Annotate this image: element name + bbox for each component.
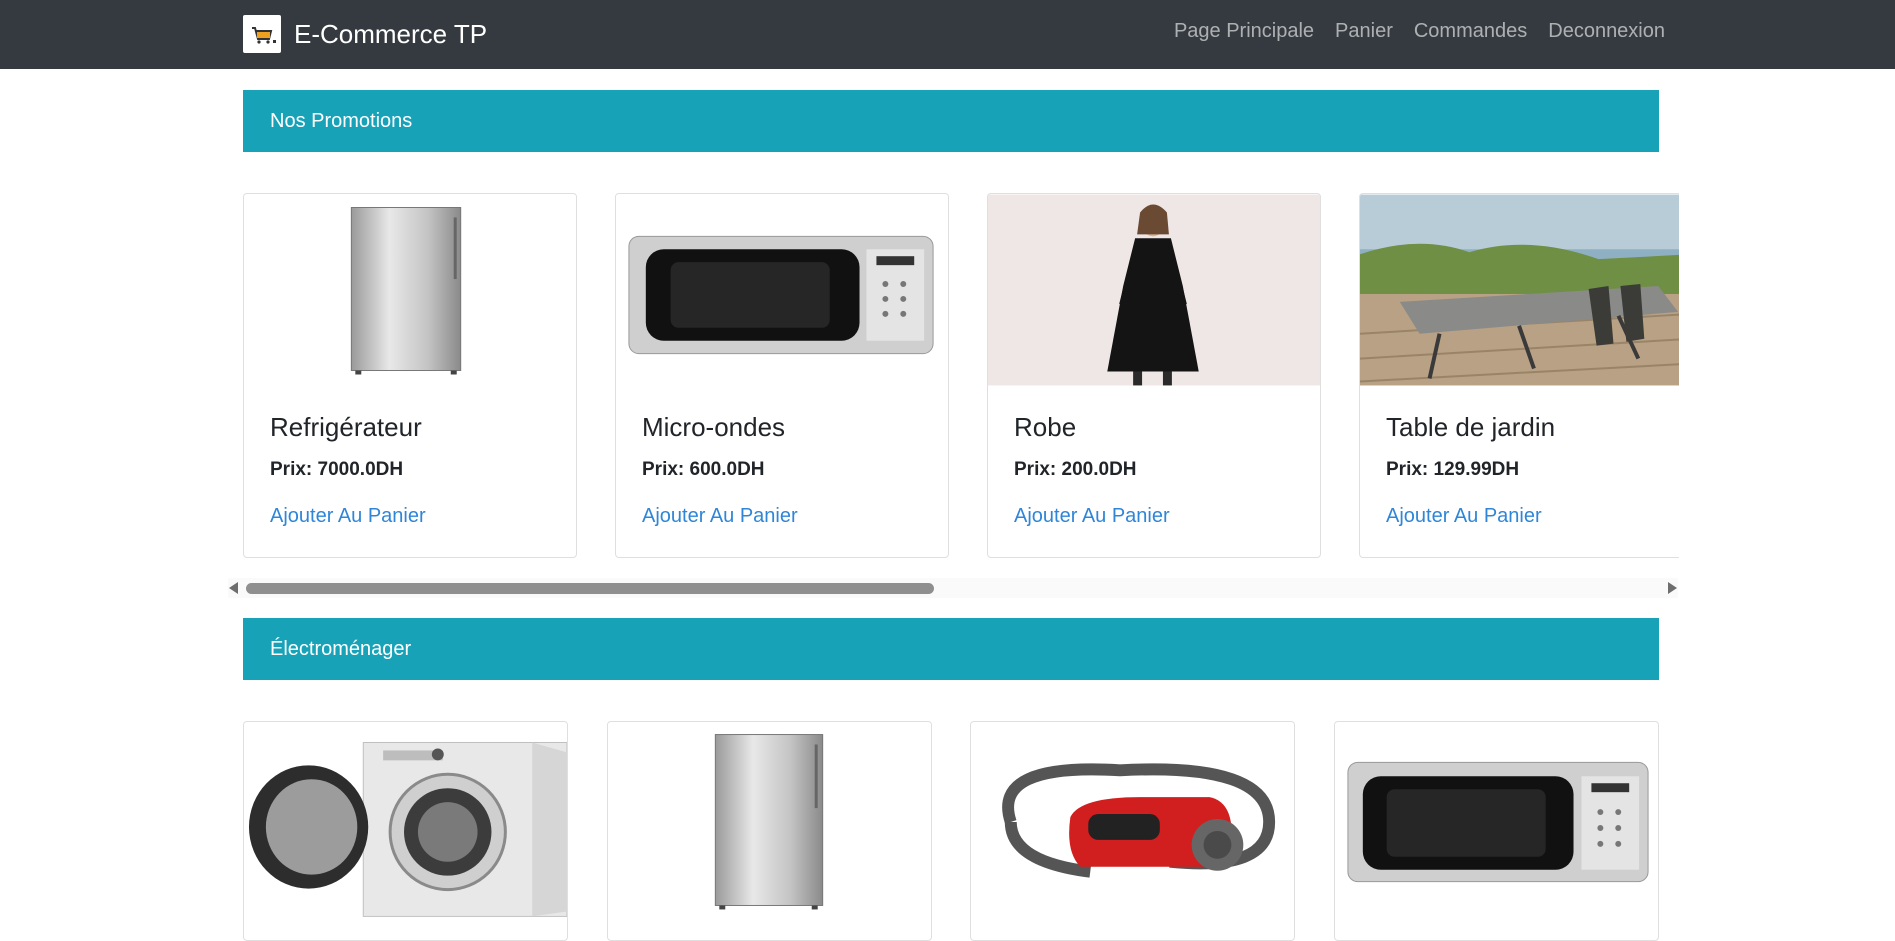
dress-image bbox=[988, 194, 1320, 386]
garden-table-image bbox=[1360, 194, 1679, 386]
product-price: Prix: 600.0DH bbox=[642, 459, 765, 480]
shopping-cart-icon bbox=[243, 15, 281, 53]
nav-link-logout[interactable]: Deconnexion bbox=[1548, 20, 1665, 43]
nav-link-cart[interactable]: Panier bbox=[1335, 20, 1393, 43]
product-name: Refrigérateur bbox=[270, 412, 422, 442]
washing-machine-image bbox=[244, 722, 567, 921]
product-card bbox=[607, 721, 932, 941]
nav-link-orders[interactable]: Commandes bbox=[1414, 20, 1527, 43]
brand-title: E-Commerce TP bbox=[294, 18, 488, 49]
microwave-image bbox=[616, 194, 948, 386]
navbar: E-Commerce TP Page Principale Panier Com… bbox=[0, 0, 1895, 69]
product-card: Refrigérateur Prix: 7000.0DH Ajouter Au … bbox=[243, 193, 577, 558]
product-name: Table de jardin bbox=[1386, 412, 1556, 442]
product-card: Micro-ondes Prix: 600.0DH Ajouter Au Pan… bbox=[615, 193, 949, 558]
product-card bbox=[243, 721, 568, 941]
brand[interactable]: E-Commerce TP bbox=[243, 15, 487, 53]
add-to-cart-link[interactable]: Ajouter Au Panier bbox=[270, 505, 426, 528]
product-name: Robe bbox=[1014, 412, 1077, 442]
product-price: Prix: 7000.0DH bbox=[270, 459, 404, 480]
add-to-cart-link[interactable]: Ajouter Au Panier bbox=[1386, 505, 1542, 528]
product-card: Robe Prix: 200.0DH Ajouter Au Panier bbox=[987, 193, 1321, 558]
promotions-header: Nos Promotions bbox=[243, 90, 1659, 152]
product-name: Micro-ondes bbox=[642, 412, 786, 442]
appliances-header: Électroménager bbox=[243, 618, 1659, 680]
product-price: Prix: 129.99DH bbox=[1386, 459, 1520, 480]
nav-links: Page Principale Panier Commandes Deconne… bbox=[1174, 20, 1665, 43]
product-card: Table de jardin Prix: 129.99DH Ajouter A… bbox=[1359, 193, 1679, 558]
promotions-carousel: Refrigérateur Prix: 7000.0DH Ajouter Au … bbox=[243, 193, 1679, 558]
carousel-scrollbar[interactable] bbox=[228, 578, 1678, 598]
scroll-left-arrow-icon[interactable] bbox=[229, 582, 238, 594]
microwave-image bbox=[1335, 722, 1658, 921]
scroll-right-arrow-icon[interactable] bbox=[1668, 582, 1677, 594]
nav-link-home[interactable]: Page Principale bbox=[1174, 20, 1314, 43]
product-card bbox=[970, 721, 1295, 941]
scrollbar-thumb[interactable] bbox=[246, 583, 934, 594]
refrigerator-image bbox=[244, 194, 576, 386]
product-price: Prix: 200.0DH bbox=[1014, 459, 1137, 480]
refrigerator-image bbox=[608, 722, 931, 921]
product-card bbox=[1334, 721, 1659, 941]
add-to-cart-link[interactable]: Ajouter Au Panier bbox=[642, 505, 798, 528]
vacuum-cleaner-image bbox=[971, 722, 1294, 921]
add-to-cart-link[interactable]: Ajouter Au Panier bbox=[1014, 505, 1170, 528]
